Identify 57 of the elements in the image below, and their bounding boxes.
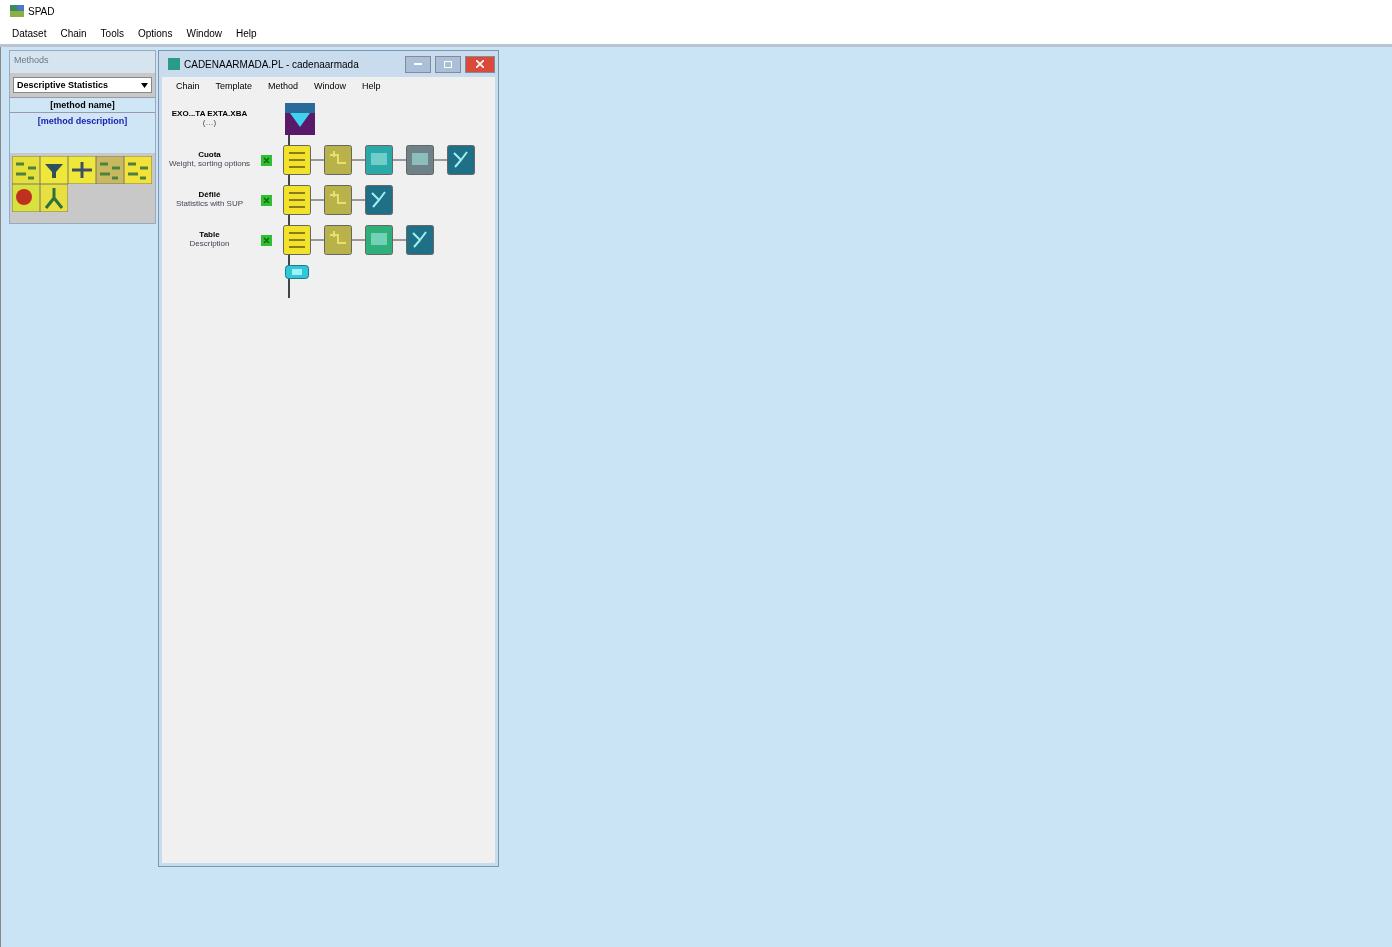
source-subtitle: (…) bbox=[202, 119, 217, 128]
maximize-button[interactable] bbox=[435, 55, 461, 73]
chain-step-title: Défilé bbox=[198, 191, 221, 200]
method-node-icon[interactable] bbox=[365, 225, 393, 255]
method-node-icon[interactable] bbox=[324, 225, 352, 255]
menu-item[interactable]: Window bbox=[186, 27, 222, 39]
method-description: [method description] bbox=[10, 113, 155, 153]
chain-step-subtitle: Weight, sorting options bbox=[168, 160, 251, 169]
menu-item[interactable]: Options bbox=[137, 27, 173, 39]
chain-step-subtitle: Statistics with SUP bbox=[175, 200, 244, 209]
menu-item[interactable]: Help bbox=[362, 81, 381, 91]
menu-item[interactable]: Chain bbox=[176, 81, 200, 91]
menu-item[interactable]: Tools bbox=[100, 27, 124, 39]
method-node-icon[interactable] bbox=[365, 145, 393, 175]
menu-item[interactable]: Template bbox=[215, 81, 253, 91]
close-button[interactable] bbox=[465, 55, 495, 73]
category-dropdown[interactable]: Descriptive Statistics bbox=[13, 77, 152, 93]
minimize-icon bbox=[414, 63, 422, 65]
status-icon bbox=[261, 154, 272, 166]
method-node-icon[interactable] bbox=[283, 225, 311, 255]
window-title: CADENAARMADA.PL - cadenaarmada bbox=[184, 58, 360, 70]
window-icon bbox=[168, 58, 180, 70]
menu-item[interactable]: Dataset bbox=[12, 27, 47, 39]
status-icon bbox=[261, 194, 272, 206]
method-tool-icon[interactable] bbox=[12, 156, 40, 184]
method-node-icon[interactable] bbox=[283, 185, 311, 215]
menu-item[interactable]: Chain bbox=[60, 27, 87, 39]
method-node-icon[interactable] bbox=[324, 185, 352, 215]
method-name: [method name] bbox=[10, 97, 155, 113]
method-tool-icon[interactable] bbox=[12, 184, 40, 212]
method-tool-icon[interactable] bbox=[68, 156, 96, 184]
method-node-icon[interactable] bbox=[324, 145, 352, 175]
app-icon bbox=[10, 5, 24, 17]
method-tool-icon[interactable] bbox=[40, 156, 68, 184]
method-node-icon[interactable] bbox=[406, 225, 434, 255]
menu-item[interactable]: Method bbox=[268, 81, 299, 91]
panel-title: Methods bbox=[10, 51, 155, 73]
app-title: SPAD bbox=[28, 5, 55, 17]
end-node-icon[interactable] bbox=[285, 265, 309, 279]
chain-step-title: Table bbox=[199, 231, 220, 240]
close-icon bbox=[476, 60, 484, 68]
chain-step-subtitle: Description bbox=[189, 240, 230, 249]
method-node-icon[interactable] bbox=[406, 145, 434, 175]
menu-item[interactable]: Window bbox=[314, 81, 347, 91]
method-tool-icon[interactable] bbox=[40, 184, 68, 212]
chain-step-title: Cuota bbox=[198, 151, 221, 160]
menu-item[interactable]: Help bbox=[236, 27, 257, 39]
status-icon bbox=[261, 234, 272, 246]
data-source-icon[interactable] bbox=[285, 103, 315, 135]
source-title: EXO...TA EXTA.XBA bbox=[171, 110, 248, 119]
method-node-icon[interactable] bbox=[447, 145, 475, 175]
minimize-button[interactable] bbox=[405, 55, 431, 73]
maximize-icon bbox=[444, 60, 452, 68]
method-tool-icon[interactable] bbox=[124, 156, 152, 184]
method-node-icon[interactable] bbox=[365, 185, 393, 215]
caret-icon bbox=[141, 82, 148, 88]
method-node-icon[interactable] bbox=[283, 145, 311, 175]
